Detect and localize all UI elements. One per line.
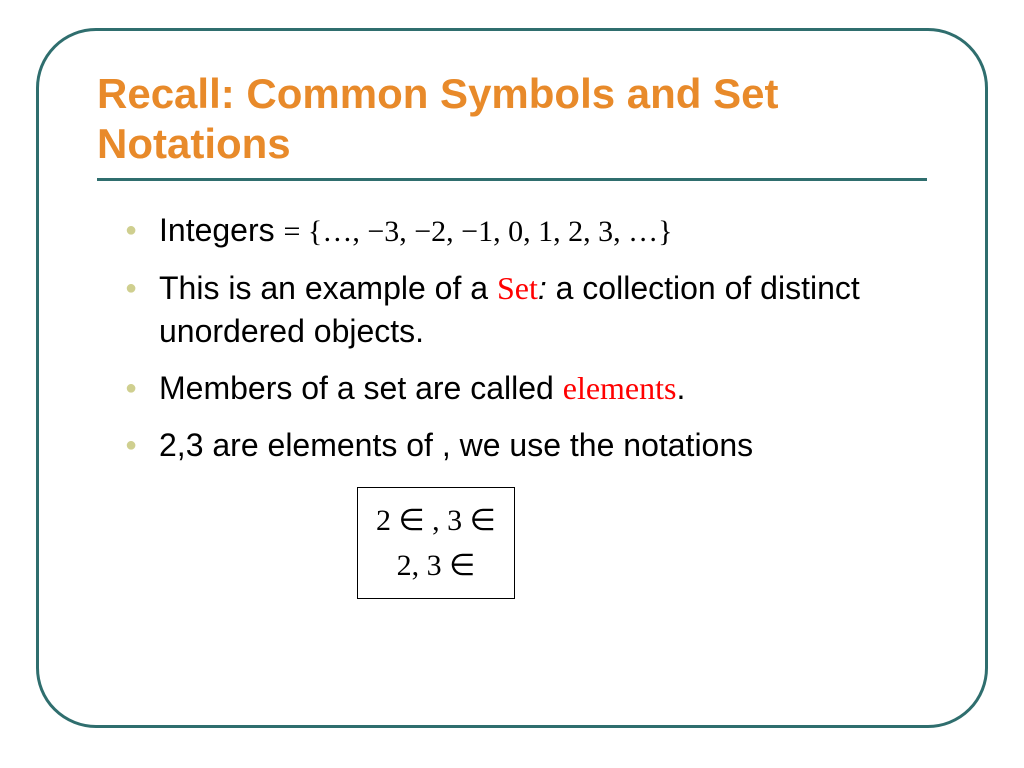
bullet-set-definition: This is an example of a Set: a collectio…	[125, 267, 927, 353]
set-def-pre: This is an example of a	[159, 270, 497, 306]
element-notation-box: 2 ∈ , 3 ∈ 2, 3 ∈	[357, 487, 515, 599]
slide-title: Recall: Common Symbols and Set Notations	[97, 69, 927, 168]
slide-frame: Recall: Common Symbols and Set Notations…	[36, 28, 988, 728]
elements-pre: Members of a set are called	[159, 370, 563, 406]
bullet-integers-label: Integers	[159, 212, 275, 248]
notation-row-1: 2 ∈ , 3 ∈	[376, 498, 496, 543]
bullet-notation: 2,3 are elements of , we use the notatio…	[125, 424, 927, 467]
notation-row-2: 2, 3 ∈	[376, 543, 496, 588]
elements-post: .	[676, 370, 685, 406]
set-def-colon: :	[538, 270, 556, 306]
bullet-list: Integers = {…, −3, −2, −1, 0, 1, 2, 3, ……	[97, 209, 927, 467]
term-elements: elements	[563, 370, 677, 406]
integers-set-definition: = {…, −3, −2, −1, 0, 1, 2, 3, …}	[284, 215, 673, 248]
bullet-elements: Members of a set are called elements.	[125, 367, 927, 410]
notation-post: , we use the notations	[442, 427, 753, 463]
title-underline	[97, 178, 927, 181]
bullet-integers: Integers = {…, −3, −2, −1, 0, 1, 2, 3, ……	[125, 209, 927, 253]
term-set: Set	[497, 270, 538, 306]
notation-pre: 2,3 are elements of	[159, 427, 442, 463]
